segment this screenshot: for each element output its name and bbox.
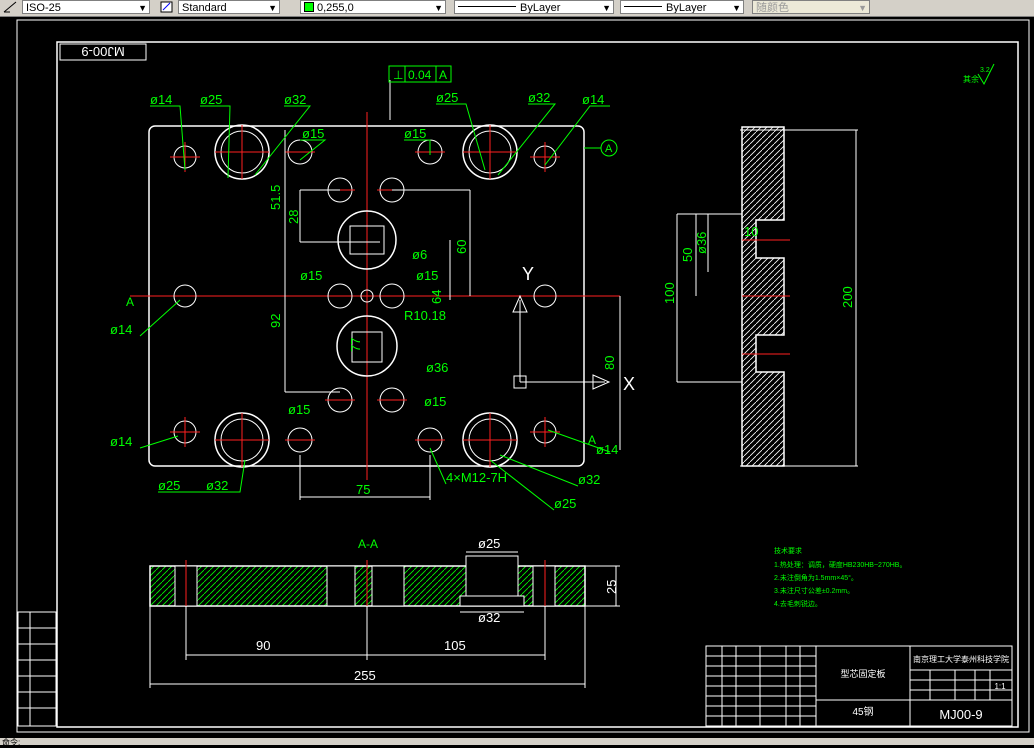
section-title: A-A: [358, 537, 378, 551]
svg-text:10: 10: [744, 224, 758, 239]
svg-text:105: 105: [444, 638, 466, 653]
svg-text:ø6: ø6: [412, 247, 427, 262]
lineweight-select[interactable]: ByLayer ▼: [620, 0, 744, 14]
svg-text:ø14: ø14: [582, 92, 604, 107]
title-material: 45钢: [852, 705, 873, 718]
flatness-callout: ⊥ 0.04 A: [388, 65, 452, 83]
technical-notes: 技术要求 1.热处理：调质，硬度HB230HB~270HB。 2.未注倒角为1.…: [774, 546, 906, 608]
linetype-select[interactable]: ByLayer ▼: [454, 0, 614, 14]
title-scale: 1:1: [994, 682, 1006, 691]
section-mark-left: A: [126, 295, 134, 309]
svg-text:60: 60: [454, 240, 469, 254]
roughness-symbol: 其余 3.2: [963, 63, 995, 86]
svg-text:ø36: ø36: [426, 360, 448, 375]
svg-text:ø14: ø14: [110, 434, 132, 449]
svg-text:25: 25: [604, 580, 619, 594]
plotstyle-select[interactable]: 随颜色 ▼: [752, 0, 870, 14]
svg-text:⊥: ⊥: [393, 68, 403, 82]
textstyle-select[interactable]: Standard ▼: [178, 0, 280, 14]
color-select[interactable]: 0,255,0 ▼: [300, 0, 446, 14]
svg-text:ø36: ø36: [694, 232, 709, 254]
svg-text:R10.18: R10.18: [404, 308, 446, 323]
svg-text:77: 77: [348, 338, 363, 352]
properties-toolbar: ISO-25 ▼ Standard ▼ 0,255,0 ▼ ByLayer ▼ ByLa…: [0, 0, 1034, 17]
svg-text:其余: 其余: [963, 74, 979, 84]
leader-lines: [139, 103, 611, 511]
title-part-name: 型芯固定板: [840, 668, 885, 679]
inner-frame: [56, 41, 1019, 728]
ucs-icon: [512, 294, 611, 390]
svg-text:ø25: ø25: [158, 478, 180, 493]
svg-text:3.未注尺寸公差±0.2mm。: 3.未注尺寸公差±0.2mm。: [774, 586, 854, 595]
left-side-table: [17, 611, 57, 727]
svg-text:ø15: ø15: [288, 402, 310, 417]
svg-text:0.04: 0.04: [408, 68, 432, 82]
svg-text:ø15: ø15: [300, 268, 322, 283]
svg-text:92: 92: [268, 314, 283, 328]
drawing-canvas[interactable]: MJ00-9 Y X ⊥ 0.04 A A A A ø14 ø25 ø32 ø2…: [0, 16, 1034, 738]
axis-x-label: X: [623, 374, 635, 394]
command-bar[interactable]: [0, 738, 1034, 745]
axis-y-label: Y: [522, 264, 534, 284]
svg-text:ø25: ø25: [436, 90, 458, 105]
svg-text:ø32: ø32: [528, 90, 550, 105]
svg-text:ø14: ø14: [150, 92, 172, 107]
title-school: 南京理工大学泰州科技学院: [913, 654, 1009, 664]
dimstyle-icon[interactable]: [2, 0, 20, 14]
svg-text:50: 50: [680, 248, 695, 262]
mirrored-label: MJ00-9: [81, 44, 124, 59]
svg-text:ø32: ø32: [578, 472, 600, 487]
svg-text:ø14: ø14: [110, 322, 132, 337]
svg-text:A: A: [439, 68, 447, 82]
svg-text:ø15: ø15: [424, 394, 446, 409]
svg-text:51.5: 51.5: [268, 185, 283, 210]
svg-text:ø25: ø25: [554, 496, 576, 511]
title-drawing-no: MJ00-9: [939, 707, 982, 722]
section-dim-texts: ø25 ø32 25 90 105 255: [256, 536, 619, 683]
svg-text:技术要求: 技术要求: [774, 546, 802, 555]
svg-text:90: 90: [256, 638, 270, 653]
svg-text:80: 80: [602, 356, 617, 370]
svg-text:ø32: ø32: [206, 478, 228, 493]
color-swatch: [304, 2, 314, 12]
svg-text:ø15: ø15: [302, 126, 324, 141]
svg-text:4.去毛刺锐边。: 4.去毛刺锐边。: [774, 599, 822, 608]
svg-text:ø25: ø25: [200, 92, 222, 107]
svg-text:100: 100: [662, 282, 677, 304]
svg-text:ø15: ø15: [404, 126, 426, 141]
svg-text:3.2: 3.2: [980, 67, 990, 74]
svg-text:ø25: ø25: [478, 536, 500, 551]
datum-a-marker: A: [584, 139, 618, 157]
dimstyle-select[interactable]: ISO-25 ▼: [22, 0, 150, 14]
svg-text:75: 75: [356, 482, 370, 497]
svg-text:1.热处理：调质，硬度HB230HB~270HB。: 1.热处理：调质，硬度HB230HB~270HB。: [774, 560, 906, 569]
svg-text:A: A: [605, 143, 613, 155]
svg-text:ø14: ø14: [596, 442, 618, 457]
command-prompt: 命令:: [2, 738, 21, 747]
svg-text:255: 255: [354, 668, 376, 683]
top-dim-texts: ø14 ø25 ø32 ø25 ø32 ø14 ø15 ø15 51.5 28 …: [110, 90, 618, 511]
svg-text:2.未注倒角为1.5mm×45°。: 2.未注倒角为1.5mm×45°。: [774, 573, 858, 582]
svg-text:4×M12-7H: 4×M12-7H: [446, 470, 507, 485]
dimension-lines: [284, 80, 621, 500]
svg-text:ø32: ø32: [284, 92, 306, 107]
textstyle-icon[interactable]: [158, 0, 176, 14]
svg-text:64: 64: [429, 290, 444, 304]
side-view: [676, 126, 858, 467]
svg-text:ø15: ø15: [416, 268, 438, 283]
section-view: [149, 551, 620, 688]
svg-text:ø32: ø32: [478, 610, 500, 625]
svg-text:28: 28: [286, 210, 301, 224]
svg-text:200: 200: [840, 286, 855, 308]
